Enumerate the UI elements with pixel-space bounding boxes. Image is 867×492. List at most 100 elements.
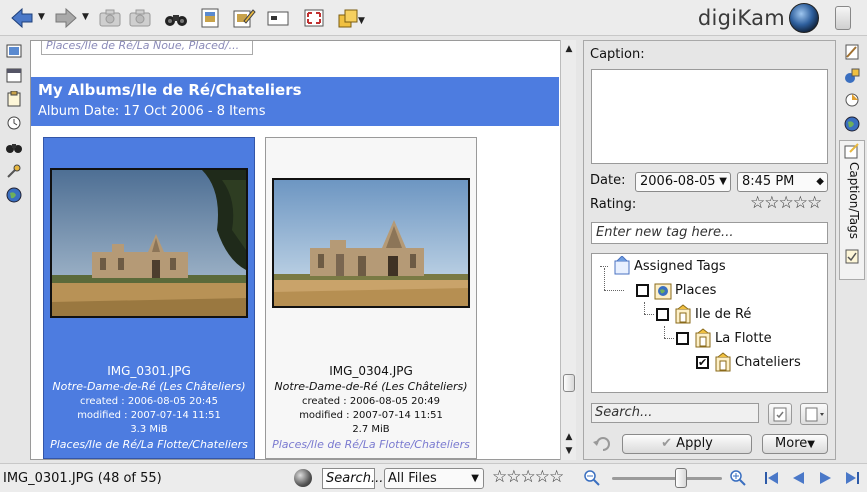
- rating-label: Rating:: [590, 197, 637, 212]
- more-button[interactable]: More▼: [762, 434, 828, 454]
- mime-filter-select[interactable]: All Files ▼: [384, 468, 484, 489]
- slideshow-icon[interactable]: [264, 4, 292, 32]
- tag-options-button[interactable]: [800, 403, 828, 425]
- chevron-down-icon: ▼: [471, 473, 479, 484]
- ile-de-re-checkbox[interactable]: [656, 307, 669, 321]
- album-header: My Albums/Ile de Ré/Chateliers Album Dat…: [31, 77, 559, 126]
- back-icon[interactable]: [8, 4, 36, 32]
- tag-search-input[interactable]: Search...: [591, 403, 759, 423]
- scrollbar-handle[interactable]: [563, 374, 575, 392]
- map-search-tab-icon[interactable]: [6, 187, 22, 203]
- time-spinbox[interactable]: 8:45 PM ◆: [737, 172, 828, 192]
- date-picker[interactable]: 2006-08-05 ▼: [635, 172, 731, 192]
- icon-view-scrollbar[interactable]: ▲ ▲ ▼: [560, 40, 576, 460]
- assigned-tags-filter-button[interactable]: [768, 403, 792, 425]
- icon-view: Places/Ile de Ré/La Noue, Placed/... My …: [30, 40, 576, 460]
- scroll-up-arrow-icon[interactable]: ▲: [561, 42, 577, 56]
- rating-stars[interactable]: ☆☆☆☆☆: [750, 193, 822, 213]
- caption-tags-panel: Caption: Date: 2006-08-05 ▼ 8:45 PM ◆ Ra…: [583, 40, 836, 460]
- first-item-icon[interactable]: [764, 470, 780, 486]
- logo-text: digiKam: [697, 6, 785, 30]
- chateliers-checkbox[interactable]: ✔: [696, 355, 709, 369]
- image-created-date: created : 2006-08-05 20:49: [302, 396, 440, 407]
- geolocation-tab-icon[interactable]: [844, 116, 860, 132]
- filter-status-led-icon: [294, 469, 312, 487]
- next-item-icon[interactable]: [818, 470, 834, 486]
- timeline-tab-icon[interactable]: [6, 115, 22, 131]
- album-actions-chevron-icon[interactable]: ▼: [358, 16, 368, 26]
- tree-node-ile-de-re[interactable]: Ile de Ré: [656, 303, 751, 325]
- rating-filter-stars[interactable]: ☆☆☆☆☆: [492, 467, 564, 487]
- import-camera-icon[interactable]: [96, 4, 124, 32]
- properties-tab-icon[interactable]: [844, 44, 860, 60]
- date-label: Date:: [590, 173, 626, 188]
- menu-toggle-button[interactable]: [835, 6, 851, 30]
- search-tab-icon[interactable]: [6, 139, 22, 155]
- albums-tab-icon[interactable]: [6, 43, 22, 59]
- export-camera-icon[interactable]: [126, 4, 154, 32]
- zoom-slider-handle[interactable]: [675, 468, 687, 488]
- main-toolbar: ▼ ▼ ▼ digiKam: [0, 0, 867, 36]
- tree-node-chateliers[interactable]: ✔ Chateliers: [696, 351, 801, 373]
- apply-check-icon: ✔: [661, 436, 673, 451]
- metadata-tab-icon[interactable]: [844, 68, 860, 84]
- scroll-down-arrow-icon[interactable]: ▼: [561, 444, 577, 458]
- zoom-in-icon[interactable]: [730, 470, 746, 486]
- image-tags: Places/Ile de Ré/La Flotte/Chateliers: [50, 438, 248, 451]
- image-item[interactable]: IMG_0304.JPG Notre-Dame-de-Ré (Les Châte…: [265, 137, 477, 459]
- la-flotte-label: La Flotte: [715, 330, 772, 346]
- forward-icon[interactable]: [52, 4, 80, 32]
- back-dropdown-chevron-icon[interactable]: ▼: [38, 12, 48, 22]
- versions-tab-icon[interactable]: [844, 248, 860, 264]
- new-tag-input[interactable]: Enter new tag here...: [591, 222, 828, 244]
- caption-tags-tab-icon: [844, 143, 860, 159]
- tags-tab-icon[interactable]: [6, 90, 22, 107]
- places-label: Places: [675, 282, 717, 298]
- search-binoculars-icon[interactable]: [162, 4, 190, 32]
- edit-image-icon[interactable]: [230, 4, 258, 32]
- image-modified-date: modified : 2007-07-14 11:51: [299, 410, 443, 421]
- image-file-size: 2.7 MiB: [352, 424, 390, 435]
- places-checkbox[interactable]: [636, 283, 649, 297]
- image-thumbnail[interactable]: [50, 168, 248, 318]
- fuzzy-search-tab-icon[interactable]: [6, 163, 22, 179]
- right-sidebar-tabs: Caption/Tags: [838, 40, 867, 460]
- tree-node-places[interactable]: Places: [636, 279, 716, 301]
- time-value: 8:45 PM: [742, 174, 795, 189]
- tree-root[interactable]: Assigned Tags: [612, 255, 726, 277]
- tree-node-la-flotte[interactable]: La Flotte: [676, 327, 772, 349]
- image-item-selected[interactable]: IMG_0301.JPG Notre-Dame-de-Ré (Les Châte…: [43, 137, 255, 459]
- last-item-icon[interactable]: [844, 470, 860, 486]
- image-tags: Places/Ile de Ré/La Flotte/Chateliers: [272, 438, 470, 451]
- caption-textarea[interactable]: [591, 69, 828, 164]
- more-label: More: [775, 436, 808, 451]
- colors-tab-icon[interactable]: [844, 92, 860, 108]
- globe-logo-icon: [789, 3, 819, 33]
- chevron-down-icon: ▼: [719, 176, 727, 187]
- la-flotte-checkbox[interactable]: [676, 331, 689, 345]
- forward-dropdown-chevron-icon[interactable]: ▼: [82, 12, 92, 22]
- apply-button[interactable]: ✔ Apply: [622, 434, 752, 454]
- image-modified-date: modified : 2007-07-14 11:51: [77, 410, 221, 421]
- calendar-tab-icon[interactable]: [6, 67, 22, 83]
- image-filename: IMG_0301.JPG: [107, 364, 191, 378]
- view-image-icon[interactable]: [196, 4, 224, 32]
- tree-root-label: Assigned Tags: [634, 258, 726, 274]
- status-bar: IMG_0301.JPG (48 of 55) Search... All Fi…: [0, 463, 867, 492]
- image-thumbnail[interactable]: [272, 178, 470, 308]
- zoom-out-icon[interactable]: [584, 470, 600, 486]
- tag-icon: [673, 304, 693, 324]
- fullscreen-icon[interactable]: [300, 4, 328, 32]
- album-title: My Albums/Ile de Ré/Chateliers: [38, 81, 302, 99]
- digikam-logo: digiKam: [698, 3, 819, 33]
- statusbar-search-input[interactable]: Search...: [322, 468, 383, 489]
- revert-icon[interactable]: [591, 434, 613, 454]
- date-value: 2006-08-05: [640, 174, 716, 189]
- chateliers-label: Chateliers: [735, 354, 801, 370]
- spin-arrows-icon[interactable]: ◆: [816, 173, 824, 191]
- apply-label: Apply: [676, 436, 713, 451]
- scroll-up-arrow-icon[interactable]: ▲: [561, 430, 577, 444]
- image-caption: Notre-Dame-de-Ré (Les Châteliers): [52, 380, 246, 393]
- previous-item-icon[interactable]: [790, 470, 806, 486]
- zoom-slider-track[interactable]: [612, 477, 722, 480]
